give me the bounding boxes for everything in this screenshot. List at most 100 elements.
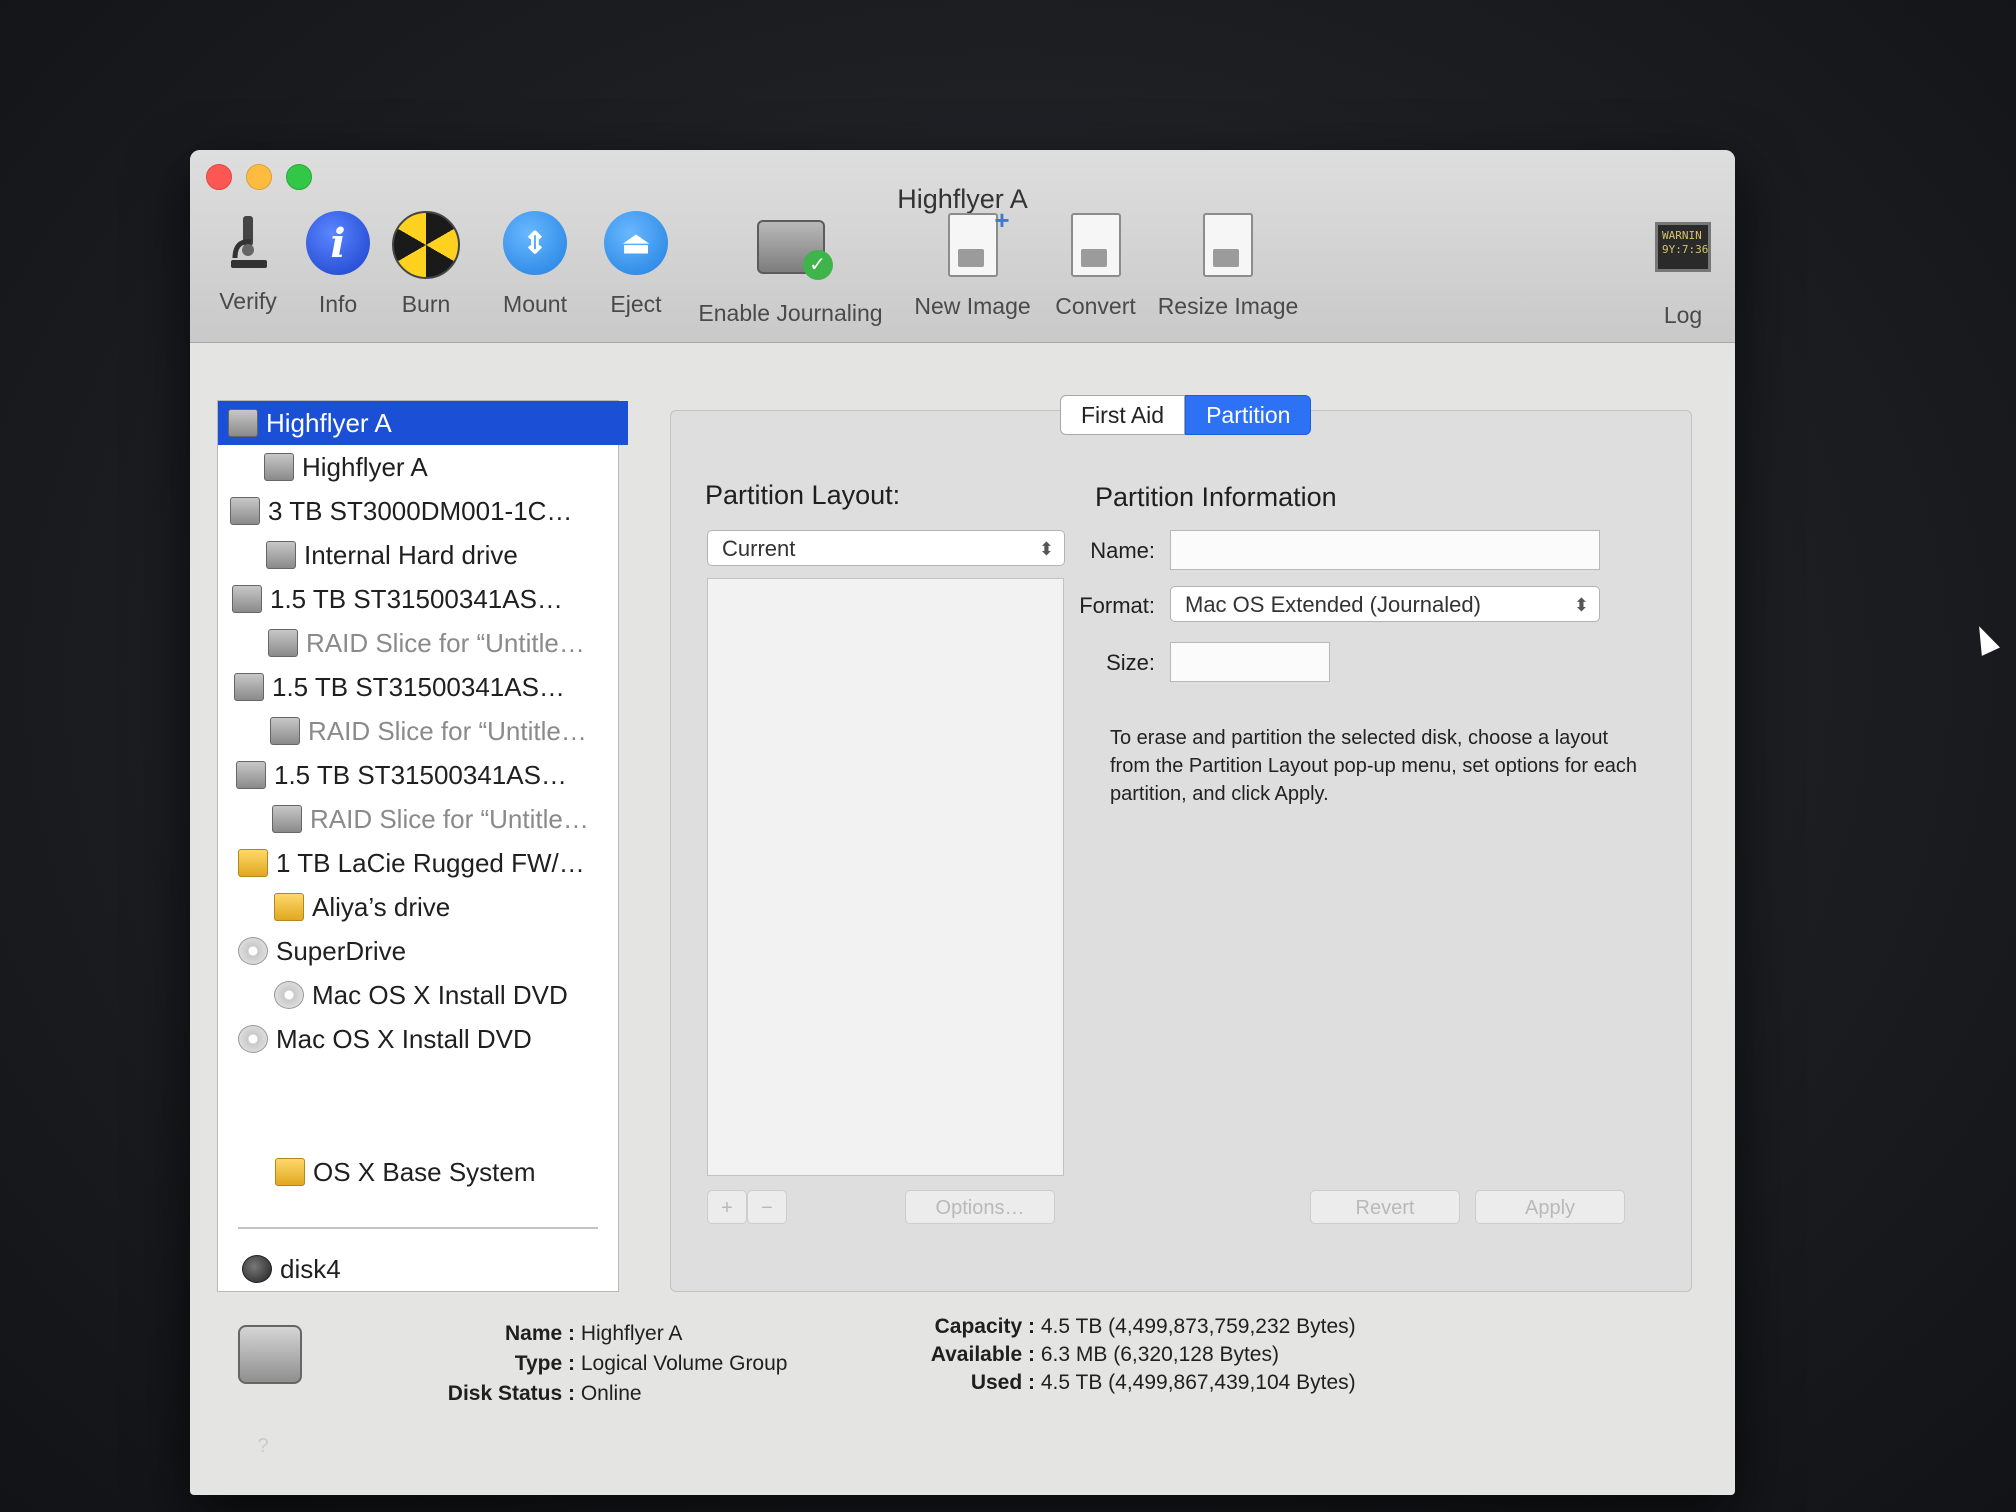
sidebar-divider — [238, 1227, 598, 1229]
sidebar-item-disk4[interactable]: disk4 — [218, 1247, 642, 1291]
sidebar-item-install-dvd-child[interactable]: Mac OS X Install DVD — [218, 973, 674, 1017]
sidebar-item-internal-hard-drive[interactable]: Internal Hard drive — [218, 533, 666, 577]
sidebar-item-label: 1 TB LaCie Rugged FW/… — [276, 847, 585, 878]
sidebar-item-label: Highflyer A — [302, 451, 428, 482]
disk-icon — [236, 761, 266, 789]
mouse-pointer-icon — [1970, 622, 2000, 656]
convert-button[interactable]: Convert — [1048, 208, 1143, 338]
partition-information-heading: Partition Information — [1095, 482, 1337, 512]
sidebar-item-label: 3 TB ST3000DM001-1C… — [268, 495, 573, 526]
eject-label: Eject — [610, 291, 662, 317]
log-label: Log — [1663, 302, 1703, 328]
detail-type-key: Type : — [514, 1352, 575, 1375]
sidebar-item-label: Aliya’s drive — [312, 891, 451, 922]
log-screen-icon: WARNIN 9Y:7:36 — [1655, 222, 1711, 272]
detail-capacity-value: 4.5 TB (4,499,873,759,232 Bytes) — [1040, 1315, 1356, 1338]
sidebar-item-1-5tb-disk-3[interactable]: 1.5 TB ST31500341AS… — [218, 753, 636, 797]
detail-used: Used : 4.5 TB (4,499,867,439,104 Bytes) — [910, 1371, 1356, 1395]
format-value: Mac OS Extended (Journaled) — [1185, 592, 1481, 617]
new-image-icon: + — [947, 205, 1010, 277]
resize-image-icon — [1203, 213, 1253, 277]
burn-label: Burn — [401, 291, 451, 317]
sidebar-item-raid-slice-3[interactable]: RAID Slice for “Untitle… — [218, 797, 672, 841]
disk-icon — [270, 717, 300, 745]
tab-bar: First Aid Partition — [1060, 395, 1312, 435]
eject-button[interactable]: ⏏ Eject — [596, 208, 676, 338]
enable-journaling-label: Enable Journaling — [698, 300, 883, 326]
sidebar-item-1-5tb-disk-1[interactable]: 1.5 TB ST31500341AS… — [218, 577, 632, 621]
verify-label: Verify — [219, 288, 277, 314]
radiation-icon — [392, 211, 460, 279]
options-button[interactable]: Options… — [905, 1190, 1055, 1224]
sidebar-item-label: RAID Slice for “Untitle… — [310, 803, 589, 834]
sidebar-item-install-dvd[interactable]: Mac OS X Install DVD — [218, 1017, 638, 1061]
sidebar-item-label: 1.5 TB ST31500341AS… — [270, 583, 563, 614]
tab-partition[interactable]: Partition — [1185, 395, 1312, 435]
optical-disc-icon — [238, 1025, 268, 1053]
mount-button[interactable]: ⇕ Mount — [490, 208, 580, 338]
sidebar-item-1-5tb-disk-2[interactable]: 1.5 TB ST31500341AS… — [218, 665, 634, 709]
size-field[interactable] — [1170, 642, 1330, 682]
apply-button[interactable]: Apply — [1475, 1190, 1625, 1224]
tab-first-aid[interactable]: First Aid — [1060, 395, 1186, 435]
detail-available: Available : 6.3 MB (6,320,128 Bytes) — [910, 1343, 1279, 1367]
remove-partition-button[interactable]: − — [747, 1190, 787, 1224]
name-label: Name: — [1090, 538, 1155, 563]
sidebar-item-label: 1.5 TB ST31500341AS… — [274, 759, 567, 790]
detail-status: Disk Status : Online — [340, 1382, 642, 1406]
convert-label: Convert — [1055, 293, 1136, 319]
sidebar-item-lacie-disk[interactable]: 1 TB LaCie Rugged FW/… — [218, 841, 638, 885]
optical-disc-icon — [238, 937, 268, 965]
external-disk-icon — [274, 893, 304, 921]
sidebar-item-label: SuperDrive — [276, 935, 407, 966]
detail-status-value: Online — [580, 1382, 642, 1405]
partition-layout-area[interactable] — [707, 578, 1064, 1176]
partition-layout-value: Current — [722, 536, 796, 561]
name-field[interactable] — [1170, 530, 1600, 570]
sidebar-item-superdrive[interactable]: SuperDrive — [218, 929, 638, 973]
sidebar-item-3tb-disk[interactable]: 3 TB ST3000DM001-1C… — [218, 489, 630, 533]
external-disk-icon — [238, 849, 268, 877]
detail-available-key: Available : — [930, 1343, 1035, 1366]
mount-label: Mount — [503, 291, 567, 317]
sidebar-item-aliyas-drive[interactable]: Aliya’s drive — [218, 885, 674, 929]
detail-name-key: Name : — [504, 1322, 575, 1345]
partition-help-text: To erase and partition the selected disk… — [1110, 727, 1637, 805]
microscope-icon — [213, 208, 283, 278]
info-button[interactable]: i Info — [298, 208, 378, 338]
sidebar-item-highflyer-a-volume[interactable]: Highflyer A — [218, 445, 664, 489]
sidebar-item-raid-slice-2[interactable]: RAID Slice for “Untitle… — [218, 709, 670, 753]
disk-icon — [272, 805, 302, 833]
disk-utility-window: Highflyer A Verify i Info Burn ⇕ Mount ⏏… — [190, 150, 1735, 1495]
sidebar-item-highflyer-a-group[interactable]: Highflyer A — [218, 401, 628, 445]
add-partition-button[interactable]: + — [707, 1190, 747, 1224]
sidebar-item-os-x-base-system[interactable]: OS X Base System — [217, 1150, 635, 1194]
verify-button[interactable]: Verify — [208, 208, 288, 338]
sidebar-item-raid-slice-1[interactable]: RAID Slice for “Untitle… — [218, 621, 668, 665]
resize-image-label: Resize Image — [1157, 293, 1299, 319]
format-select[interactable]: Mac OS Extended (Journaled) ⬍ — [1170, 586, 1600, 622]
updown-chevron-icon: ⬍ — [1573, 595, 1589, 615]
enable-journaling-button[interactable]: ✓ Enable Journaling — [688, 208, 893, 338]
log-button[interactable]: WARNIN 9Y:7:36 Log — [1648, 208, 1718, 338]
new-image-button[interactable]: + New Image — [910, 205, 1035, 338]
detail-capacity-key: Capacity : — [934, 1315, 1035, 1338]
disk-icon — [264, 453, 294, 481]
sidebar-item-label: 1.5 TB ST31500341AS… — [272, 671, 565, 702]
help-button[interactable]: ? — [252, 1435, 274, 1457]
detail-name-value: Highflyer A — [580, 1322, 683, 1345]
toolbar: Verify i Info Burn ⇕ Mount ⏏ Eject ✓ Ena… — [208, 205, 1718, 338]
partition-layout-select[interactable]: Current ⬍ — [707, 530, 1065, 566]
sidebar-item-label: RAID Slice for “Untitle… — [306, 627, 585, 658]
detail-type-value: Logical Volume Group — [580, 1352, 788, 1375]
burn-button[interactable]: Burn — [386, 208, 466, 338]
revert-button[interactable]: Revert — [1310, 1190, 1460, 1224]
eject-icon: ⏏ — [604, 211, 668, 275]
sidebar-item-label: Highflyer A — [266, 407, 392, 438]
titlebar: Highflyer A Verify i Info Burn ⇕ Mount ⏏… — [190, 150, 1735, 343]
detail-available-value: 6.3 MB (6,320,128 Bytes) — [1040, 1343, 1279, 1366]
detail-used-key: Used : — [970, 1371, 1035, 1394]
resize-image-button[interactable]: Resize Image — [1153, 208, 1303, 338]
disk-icon — [268, 629, 298, 657]
sidebar-item-label: OS X Base System — [313, 1156, 536, 1187]
